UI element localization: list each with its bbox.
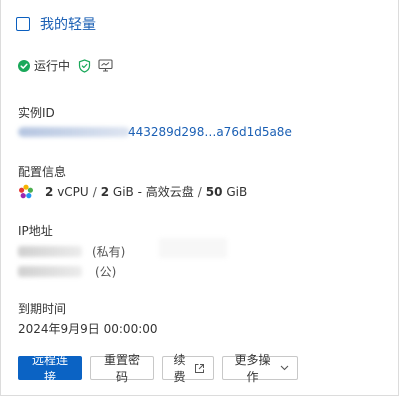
mem-unit: GiB - 高效云盘 xyxy=(112,185,194,199)
cpu-unit: vCPU xyxy=(57,184,89,199)
instance-id-label: 实例ID xyxy=(18,106,55,120)
gear-flower-icon xyxy=(18,184,34,200)
monitor-icon[interactable] xyxy=(98,59,113,72)
public-ip-row: (公) xyxy=(18,263,116,280)
instance-id-text[interactable]: 443289d298…a76d1d5a8e xyxy=(128,125,292,139)
renew-button[interactable]: 续费 xyxy=(162,353,214,384)
redacted-overlay xyxy=(159,238,227,258)
select-checkbox[interactable] xyxy=(16,17,30,31)
cpu-count: 2 xyxy=(45,184,54,199)
redacted-public-ip xyxy=(18,266,82,277)
expire-label: 到期时间 xyxy=(18,302,67,316)
private-ip-row: (私有) xyxy=(18,243,125,260)
private-ip-tag: (私有) xyxy=(92,245,126,259)
instance-card: 我的轻量 运行中 实例ID 443289d298…a76d1d5a8e 配置信息… xyxy=(0,0,399,396)
chevron-down-icon xyxy=(280,365,289,371)
shield-check-icon[interactable] xyxy=(78,58,91,73)
config-label: 配置信息 xyxy=(18,165,67,179)
action-buttons: 远程连接 重置密码 续费 更多操作 xyxy=(18,353,306,384)
external-link-icon xyxy=(194,363,205,374)
remote-connect-button[interactable]: 远程连接 xyxy=(18,353,82,384)
disk-unit: GiB xyxy=(226,184,248,199)
redacted-private-ip xyxy=(18,246,82,257)
instance-id-value[interactable]: 443289d298…a76d1d5a8e xyxy=(18,125,292,139)
public-ip-tag: (公) xyxy=(95,265,117,279)
config-summary: 2 vCPU / 2 GiB - 高效云盘 / 50 GiB xyxy=(18,183,247,200)
title-row: 我的轻量 xyxy=(16,14,96,34)
mem-count: 2 xyxy=(100,184,110,199)
separator: / xyxy=(197,184,202,199)
reset-password-button[interactable]: 重置密码 xyxy=(90,353,154,384)
status-row: 运行中 xyxy=(18,57,113,74)
ip-label: IP地址 xyxy=(18,224,53,238)
instance-name-link[interactable]: 我的轻量 xyxy=(40,14,96,34)
separator: / xyxy=(92,184,97,199)
expire-value: 2024年9月9日 00:00:00 xyxy=(18,322,158,336)
status-text: 运行中 xyxy=(34,59,71,73)
disk-count: 50 xyxy=(205,184,223,199)
check-circle-icon xyxy=(18,59,30,72)
more-actions-button[interactable]: 更多操作 xyxy=(222,353,298,384)
renew-label: 续费 xyxy=(173,353,186,384)
more-actions-label: 更多操作 xyxy=(234,353,271,384)
redacted-id-part xyxy=(18,127,130,137)
